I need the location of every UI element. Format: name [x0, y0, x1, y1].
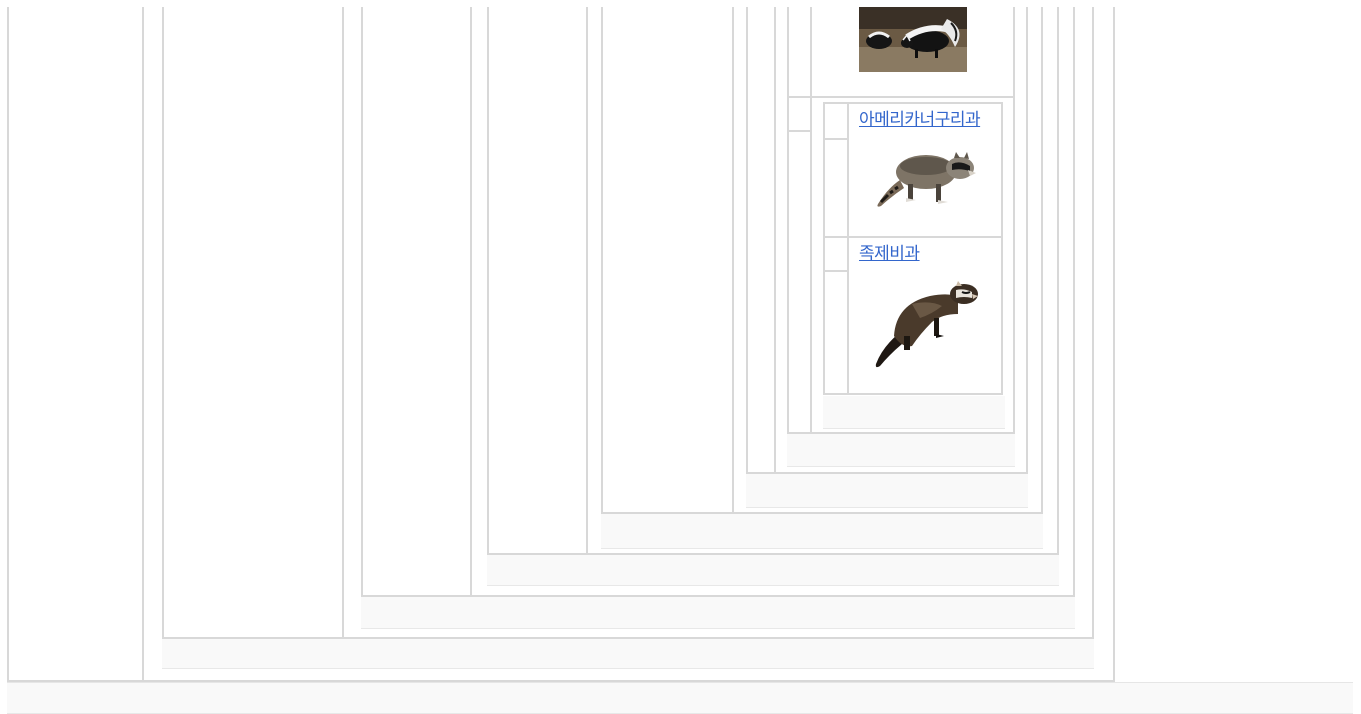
clade-footer-bar-6: [787, 434, 1015, 467]
clade-footer-bar-1: [162, 639, 1094, 669]
clade-footer-bar-3: [487, 555, 1059, 586]
raccoon-photo-icon: [877, 152, 976, 207]
ferret-photo-icon: [875, 281, 978, 368]
clade-footer-bar-2: [361, 597, 1075, 629]
raccoon-image[interactable]: [872, 140, 980, 210]
taxon-link-procyonidae[interactable]: 아메리카너구리과: [859, 110, 981, 130]
taxon-link-mustelidae[interactable]: 족제비과: [859, 244, 920, 264]
skunk-image[interactable]: [859, 7, 967, 72]
clade-footer-bar-5: [746, 474, 1028, 508]
skunk-photo-icon: [859, 7, 967, 72]
clade-footer-bar-7: [823, 396, 1005, 429]
ferret-image[interactable]: [872, 274, 980, 370]
clade-footer-bar-4: [601, 514, 1043, 549]
page-footer-bar: [7, 682, 1353, 714]
